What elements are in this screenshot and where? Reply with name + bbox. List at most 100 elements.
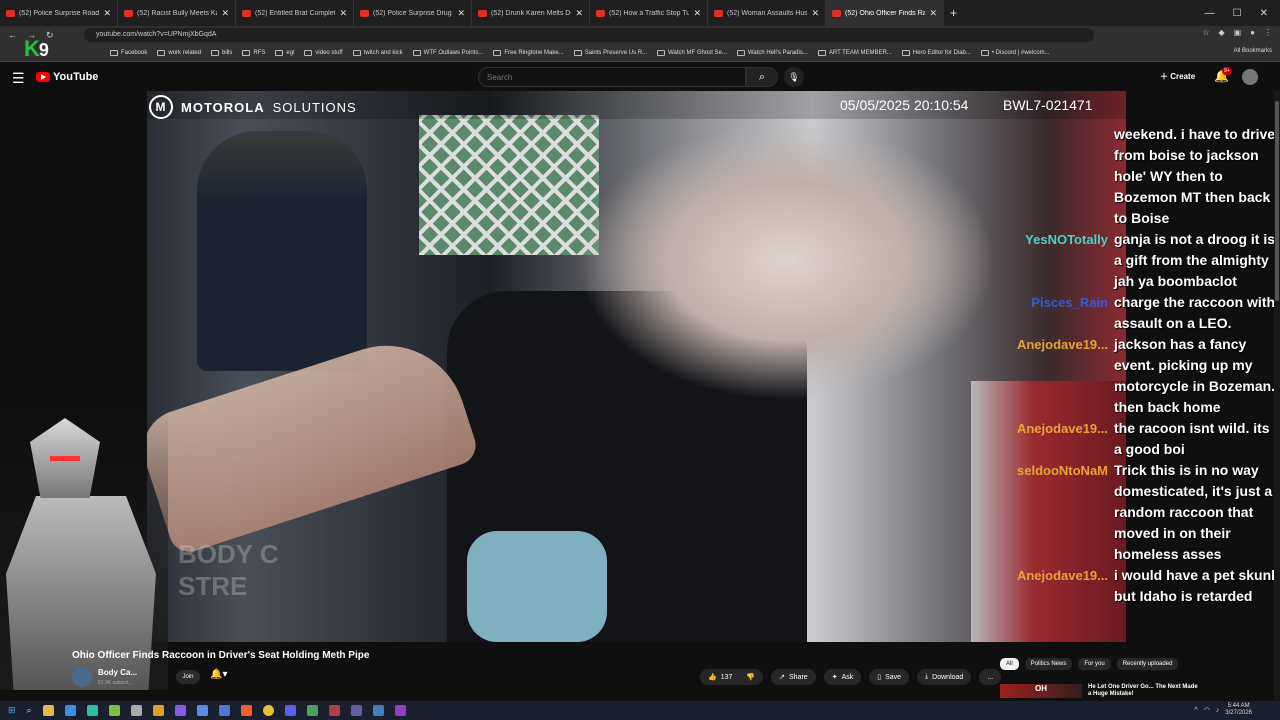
bookmark-item[interactable]: Free Ringtone Make...: [493, 49, 564, 56]
app-icon[interactable]: [218, 705, 230, 716]
browser-tab[interactable]: (52) Racist Bully Meets Karma ✕: [118, 0, 236, 26]
browser-tab[interactable]: (52) Drunk Karen Melts Down a ✕: [472, 0, 590, 26]
bookmark-folder[interactable]: RFS: [242, 49, 265, 56]
bookmark-folder[interactable]: egl: [275, 49, 294, 56]
close-tab-icon[interactable]: ✕: [103, 8, 111, 19]
clock[interactable]: 5:44 AM 3/27/2026: [1225, 703, 1252, 717]
browser-tab[interactable]: (52) How a Traffic Stop Turned ✕: [590, 0, 708, 26]
extensions-puzzle-icon[interactable]: ▣: [1234, 28, 1242, 37]
bookmark-item[interactable]: ART TEAM MEMBER...: [817, 49, 892, 56]
chat-username[interactable]: [1000, 124, 1114, 229]
app-icon[interactable]: [306, 705, 318, 716]
notifications-bell-icon[interactable]: 🔔 9+: [1214, 67, 1232, 83]
close-tab-icon[interactable]: ✕: [339, 8, 347, 19]
search-button[interactable]: ⌕: [746, 67, 778, 87]
chat-username[interactable]: Anejodave19...: [1000, 418, 1114, 460]
hamburger-menu-icon[interactable]: ☰: [12, 70, 25, 87]
back-icon[interactable]: ←: [8, 30, 17, 41]
app-icon[interactable]: [350, 705, 362, 716]
youtube-logo[interactable]: YouTube: [36, 71, 98, 83]
close-window-icon[interactable]: ✕: [1260, 8, 1268, 19]
channel-avatar[interactable]: [72, 667, 92, 687]
extension-icon[interactable]: ◆: [1218, 28, 1224, 37]
app-icon[interactable]: [152, 705, 164, 716]
discord-taskbar-icon[interactable]: [284, 705, 296, 716]
rec-title[interactable]: He Let One Driver Go... The Next Made a …: [1088, 684, 1198, 698]
taskbar-search-icon[interactable]: ⌕: [27, 705, 32, 716]
chip-all[interactable]: All: [1000, 658, 1019, 670]
page-scrollbar[interactable]: [1274, 91, 1280, 701]
bookmark-item[interactable]: • Discord | #welcom...: [980, 49, 1050, 56]
bookmark-folder[interactable]: video stuff: [304, 49, 343, 56]
tray-arrow-icon[interactable]: ^: [1194, 707, 1197, 714]
subscription-bell-icon[interactable]: 🔔▾: [210, 669, 227, 680]
browser-tab[interactable]: (52) Police Surprise Road Rage✕: [0, 0, 118, 26]
close-tab-icon[interactable]: ✕: [693, 8, 701, 19]
voice-search-icon[interactable]: 🎙: [784, 67, 804, 87]
close-tab-icon[interactable]: ✕: [929, 8, 937, 19]
download-button[interactable]: ⤓ Download: [917, 669, 972, 685]
close-tab-icon[interactable]: ✕: [575, 8, 583, 19]
bookmark-folder[interactable]: work related: [157, 49, 201, 56]
file-explorer-icon[interactable]: [42, 705, 54, 716]
bookmark-folder[interactable]: bills: [211, 49, 232, 56]
save-button[interactable]: ▯ Save: [869, 669, 910, 685]
new-tab-icon[interactable]: +: [950, 6, 957, 20]
video-player[interactable]: M MOTOROLA SOLUTIONS 05/05/2025 20:10:54 B…: [147, 91, 1126, 642]
all-bookmarks[interactable]: All Bookmarks: [1234, 48, 1272, 54]
browser-tab[interactable]: (52) Woman Assaults Husband✕: [708, 0, 826, 26]
chip-for-you[interactable]: For you: [1078, 658, 1111, 670]
settings-icon[interactable]: [372, 705, 384, 716]
close-tab-icon[interactable]: ✕: [221, 8, 229, 19]
volume-icon[interactable]: ♪: [1216, 707, 1220, 714]
more-actions-button[interactable]: ...: [979, 669, 1002, 685]
chrome-icon[interactable]: [262, 705, 274, 716]
create-button[interactable]: ＋ Create: [1160, 71, 1195, 82]
ask-button[interactable]: ✦ Ask: [823, 669, 862, 685]
channel-name[interactable]: Body Ca...: [98, 668, 137, 677]
chip-politics-news[interactable]: Politics News: [1024, 658, 1073, 670]
app-icon[interactable]: [328, 705, 340, 716]
profile-icon[interactable]: ●: [1250, 28, 1255, 37]
account-avatar[interactable]: [1242, 69, 1258, 85]
browser-tab[interactable]: (52) Entitled Brat Completely L✕: [236, 0, 354, 26]
app-icon[interactable]: [196, 705, 208, 716]
bookmark-item[interactable]: Watch Hell's Paradis...: [736, 49, 808, 56]
chat-username[interactable]: seldooNtoNaM: [1000, 460, 1114, 565]
obs-icon[interactable]: [394, 705, 406, 716]
chat-username[interactable]: YesNOTotally: [1000, 229, 1114, 292]
minimize-icon[interactable]: —: [1205, 8, 1215, 19]
scrollbar-thumb[interactable]: [1275, 101, 1279, 301]
close-tab-icon[interactable]: ✕: [811, 8, 819, 19]
bookmark-item[interactable]: Watch MF Ghost Se...: [657, 49, 727, 56]
bookmark-item[interactable]: Hero Editor for Diab...: [901, 49, 971, 56]
thumbs-down-icon[interactable]: 👎: [746, 673, 755, 681]
app-icon[interactable]: [174, 705, 186, 716]
chip-recently-uploaded[interactable]: Recently uploaded: [1116, 658, 1179, 670]
bookmark-star-icon[interactable]: ☆: [1202, 28, 1209, 37]
join-button[interactable]: Join: [176, 670, 200, 684]
mail-icon[interactable]: [64, 705, 76, 716]
app-icon[interactable]: [130, 705, 142, 716]
firefox-icon[interactable]: [240, 705, 252, 716]
chat-username[interactable]: Anejodave19...: [1000, 334, 1114, 418]
browser-tab[interactable]: (52) Police Surprise Drug Dealer ✕: [354, 0, 472, 26]
search-input[interactable]: [478, 67, 746, 87]
app-icon[interactable]: [86, 705, 98, 716]
chat-username[interactable]: Anejodave19...: [1000, 565, 1114, 607]
bookmark-item[interactable]: Saints Preserve Us R...: [573, 49, 647, 56]
app-icon[interactable]: [108, 705, 120, 716]
bookmark-item[interactable]: WTF Outlaws Points...: [412, 49, 483, 56]
bookmark-folder[interactable]: twitch and kick: [352, 49, 403, 56]
share-button[interactable]: ↗ Share: [771, 669, 816, 685]
maximize-icon[interactable]: ☐: [1233, 8, 1242, 19]
wifi-icon[interactable]: ◠: [1204, 706, 1210, 714]
bookmark-item[interactable]: Facebook: [110, 49, 147, 56]
like-button[interactable]: 👍 137 👎: [700, 669, 764, 685]
windows-start-icon[interactable]: ⊞: [8, 705, 16, 716]
close-tab-icon[interactable]: ✕: [457, 8, 465, 19]
browser-tab-active[interactable]: (52) Ohio Officer Finds Ra ✕: [826, 0, 944, 26]
address-bar[interactable]: youtube.com/watch?v=UPNmjXbGqdA: [84, 28, 1094, 42]
recommended-video[interactable]: OH He Let One Driver Go... The Next Made…: [1000, 684, 1280, 698]
browser-menu-icon[interactable]: ⋮: [1264, 28, 1272, 37]
